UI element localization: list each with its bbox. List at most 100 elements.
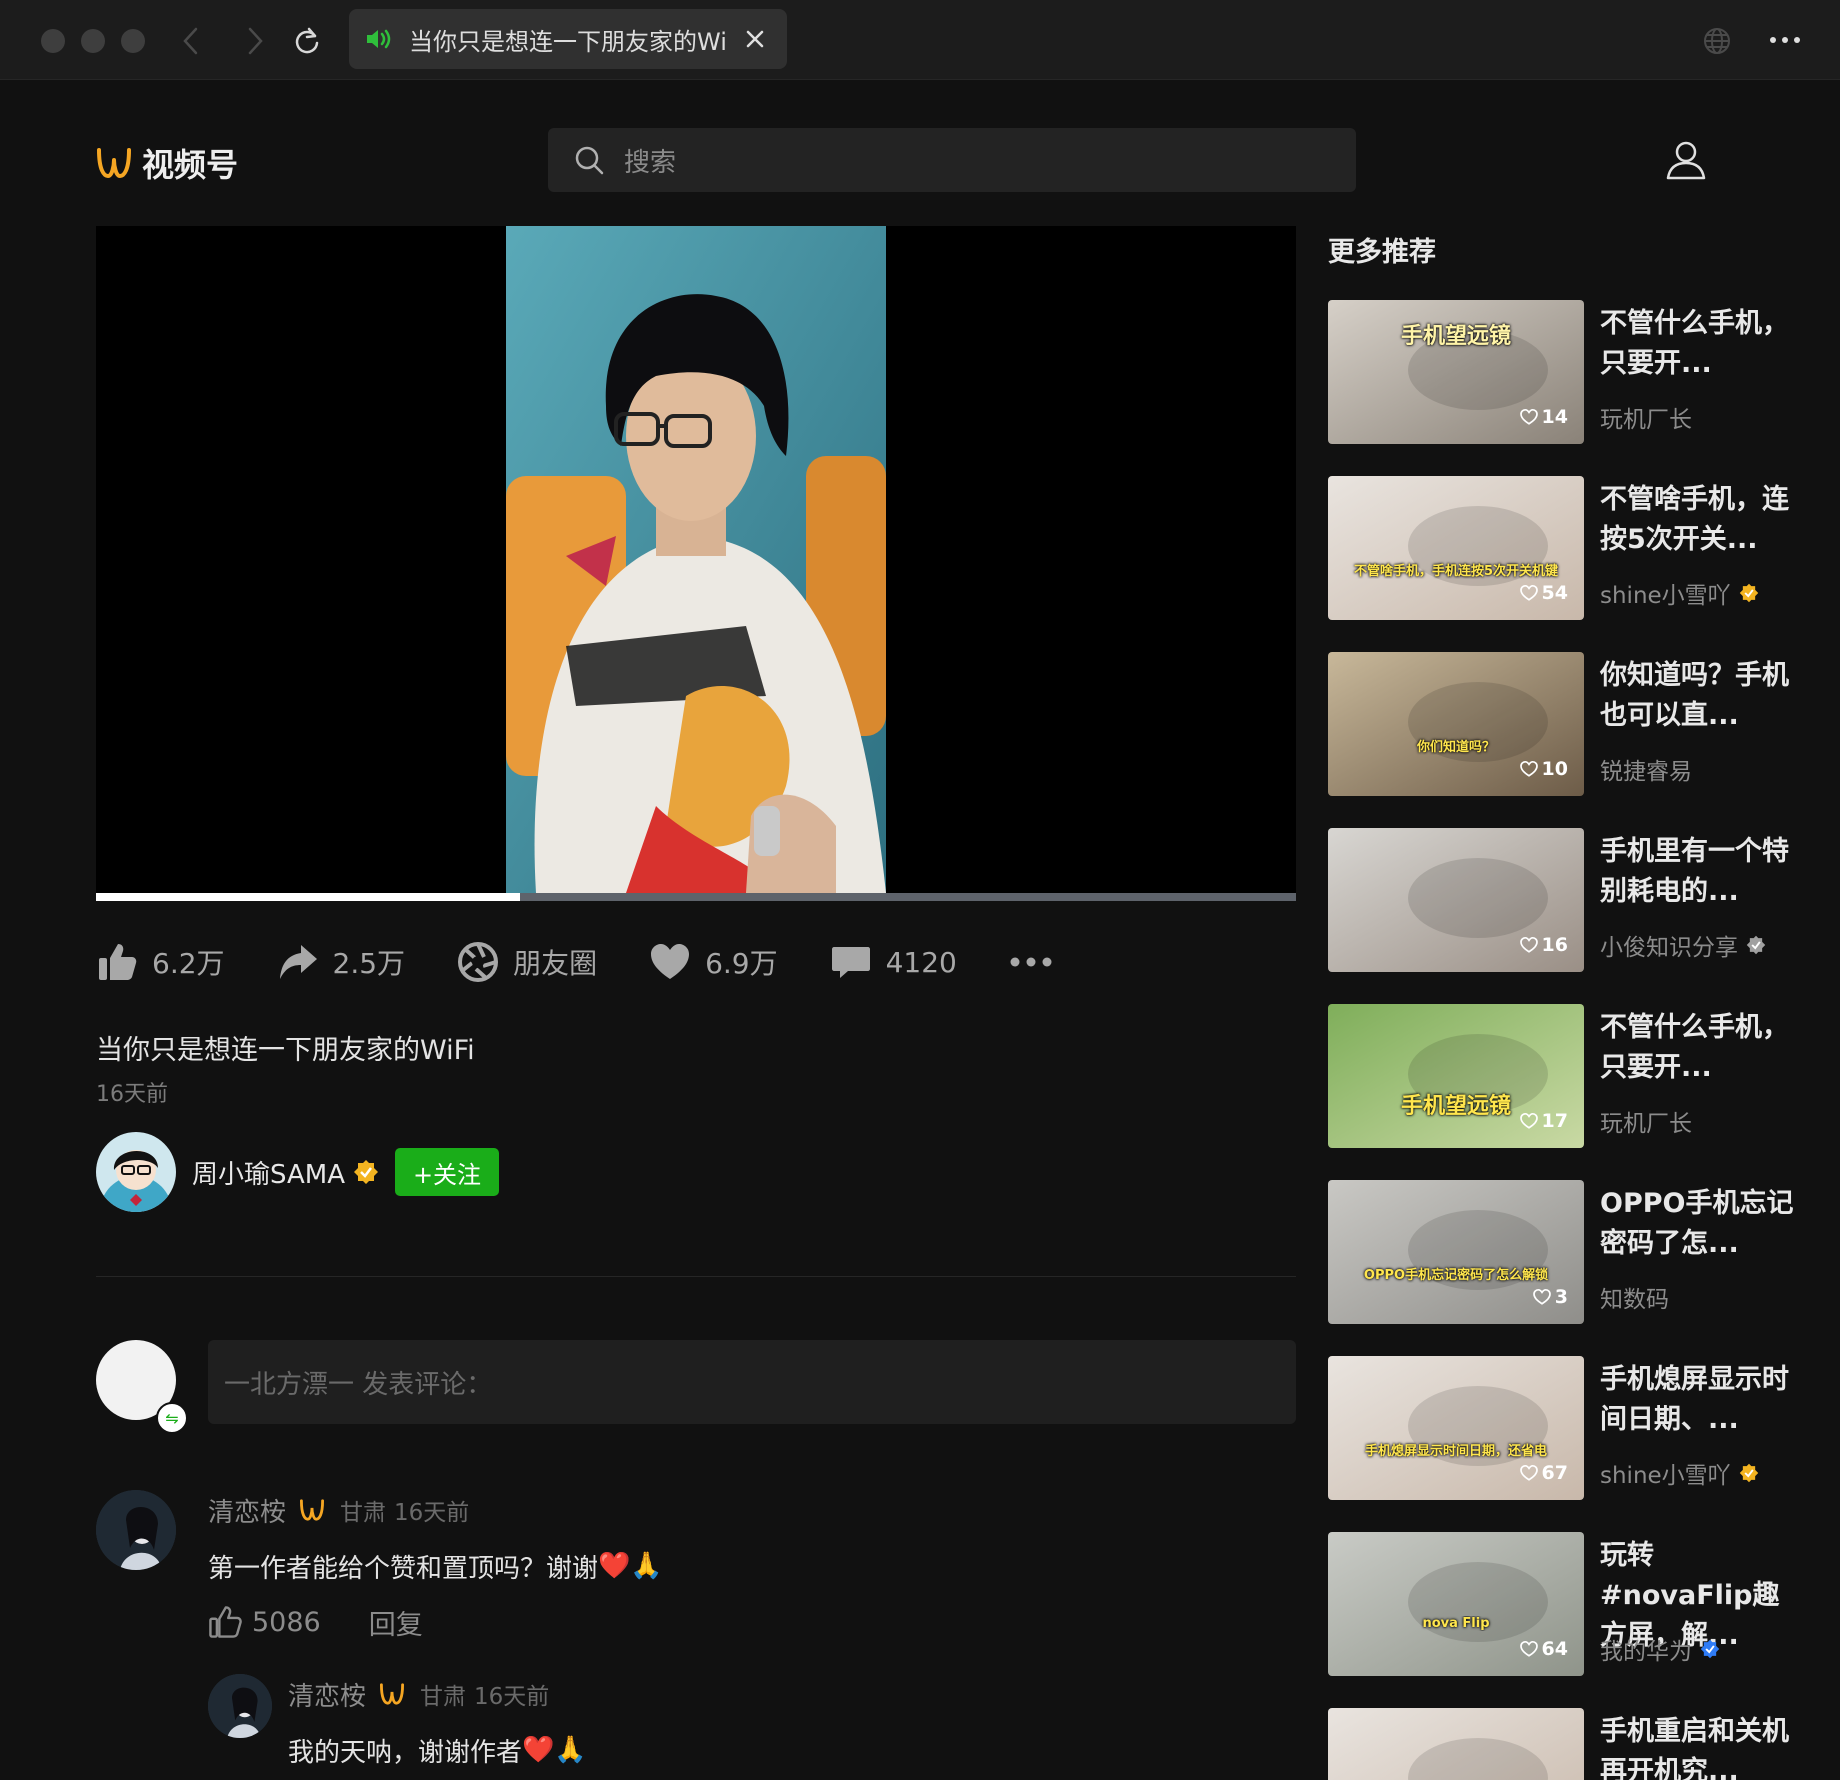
heart-outline-icon [1519,761,1538,777]
forward-button[interactable] [234,20,276,62]
recommendation-thumbnail[interactable]: 你们知道吗？ 10 [1328,652,1584,796]
recommendation-thumbnail[interactable] [1328,1708,1584,1780]
active-tab[interactable]: 当你只是想连一下朋友家的WiF [349,9,787,69]
comment-location: 甘肃 [340,1500,387,1526]
recommendation-item[interactable]: 16 手机里有一个特别耗电的... 小俊知识分享 [1328,828,1808,972]
author-name: shine小雪吖 [1600,1463,1731,1489]
switch-account-icon[interactable]: ⇋ [156,1402,188,1434]
like-count: 14 [1541,406,1568,428]
recommendation-thumbnail[interactable]: 手机熄屏显示时间日期，还省电 67 [1328,1356,1584,1500]
tab-title: 当你只是想连一下朋友家的WiF [409,27,729,56]
thumbnail-like-count: 64 [1519,1638,1568,1660]
channels-logo-icon [97,148,131,178]
recommendation-title[interactable]: 手机里有一个特别耗电的... [1600,832,1800,912]
author-name[interactable]: 周小瑜SAMA [192,1154,345,1191]
close-window-button[interactable] [41,29,65,53]
app-logo[interactable]: 视频号 [96,140,238,186]
thumbnail-image [1328,1708,1584,1780]
reply-author-name[interactable]: 清恋桉 [288,1676,366,1713]
recommendation-thumbnail[interactable]: 16 [1328,828,1584,972]
favorite-button[interactable]: 6.9万 [649,941,778,983]
language-button[interactable] [1702,26,1732,60]
search-bar[interactable]: 搜索 [548,128,1356,192]
recommendation-title[interactable]: 你知道吗？手机也可以直... [1600,656,1800,736]
moments-button[interactable]: 朋友圈 [457,941,597,983]
author-avatar-image [96,1132,176,1212]
thumbnail-like-count: 54 [1519,582,1568,604]
comment-input[interactable]: 一北方漂一 发表评论： [208,1340,1296,1424]
thumbs-up-outline-icon[interactable] [208,1605,242,1639]
comment-like-count: 5086 [252,1606,321,1638]
recommendation-author[interactable]: 我的华为 [1600,1632,1720,1666]
thumbs-up-icon [99,944,137,980]
tab-close-button[interactable] [739,23,771,55]
follow-button[interactable]: +关注 [395,1148,499,1196]
like-button[interactable]: 6.2万 [96,941,225,983]
user-profile-button[interactable] [1664,138,1712,186]
heart-outline-icon [1519,409,1538,425]
recommendation-item[interactable]: 不管啥手机，手机连按5次开关机键 54 不管啥手机，连按5次开关... shine小雪… [1328,476,1808,620]
recommendation-title[interactable]: 不管什么手机，只要开... [1600,304,1800,384]
verified-gray-badge-icon [1746,935,1766,955]
comment-emoji: ❤️🙏 [598,1551,663,1581]
thumbnail-like-count: 14 [1519,406,1568,428]
verified-gold-badge-icon [354,1160,378,1184]
reply-text: 我的天呐，谢谢作者 ❤️🙏 [288,1730,587,1770]
recommendation-item[interactable]: 手机望远镜 17 不管什么手机，只要开... 玩机厂长 [1328,1004,1808,1148]
recommendation-author[interactable]: 知数码 [1600,1280,1669,1314]
reply-button[interactable]: 回复 [369,1603,423,1642]
author-name: shine小雪吖 [1600,583,1731,609]
author-avatar[interactable] [96,1132,176,1212]
recommendation-item[interactable]: 手机重启和关机再开机究... [1328,1708,1808,1780]
heart-outline-icon [1532,1289,1551,1305]
recommendation-title[interactable]: 手机熄屏显示时间日期、... [1600,1360,1800,1440]
recommendation-title[interactable]: 不管啥手机，连按5次开关... [1600,480,1800,560]
video-progress-bar[interactable] [96,893,1296,901]
more-horizontal-icon [1770,37,1800,43]
video-progress-fill [96,893,520,901]
heart-outline-icon [1519,937,1538,953]
verified-blue-badge-icon [1700,1639,1720,1659]
verified-gold-badge-icon [1739,1463,1758,1483]
recommendation-thumbnail[interactable]: nova Flip 64 [1328,1532,1584,1676]
video-player[interactable] [96,226,1296,893]
recommendation-title[interactable]: OPPO手机忘记密码了怎... [1600,1184,1800,1264]
recommendation-author[interactable]: 玩机厂长 [1600,1104,1692,1138]
thumbnail-overlay-text: 手机望远镜 [1400,324,1511,349]
comments-button[interactable]: 4120 [830,941,957,983]
more-actions-button[interactable] [1009,955,1053,969]
user-icon [1666,141,1706,180]
recommendation-item[interactable]: nova Flip 64 玩转#novaFlip趣方屏，解... 我的华为 [1328,1532,1808,1676]
recommendation-thumbnail[interactable]: 手机望远镜 17 [1328,1004,1584,1148]
zoom-window-button[interactable] [121,29,145,53]
recommendation-title[interactable]: 手机重启和关机再开机究... [1600,1712,1800,1780]
recommendation-thumbnail[interactable]: OPPO手机忘记密码了怎么解锁 3 [1328,1180,1584,1324]
commenter-avatar[interactable] [96,1490,176,1570]
recommendation-title[interactable]: 不管什么手机，只要开... [1600,1008,1800,1088]
more-menu-button[interactable] [1768,30,1802,54]
commenter-name[interactable]: 清恋桉 [208,1492,286,1529]
recommendation-author[interactable]: shine小雪吖 [1600,1456,1759,1490]
recommendation-author[interactable]: 小俊知识分享 [1600,928,1766,962]
recommendation-item[interactable]: 手机熄屏显示时间日期，还省电 67 手机熄屏显示时间日期、... shine小雪吖 [1328,1356,1808,1500]
recommendation-thumbnail[interactable]: 手机望远镜 14 [1328,300,1584,444]
reply-avatar[interactable] [208,1674,272,1738]
recommendation-author[interactable]: 锐捷睿易 [1600,752,1692,786]
video-frame[interactable] [506,226,886,893]
recommendation-thumbnail[interactable]: 不管啥手机，手机连按5次开关机键 54 [1328,476,1584,620]
recommendation-item[interactable]: OPPO手机忘记密码了怎么解锁 3 OPPO手机忘记密码了怎... 知数码 [1328,1180,1808,1324]
share-count: 2.5万 [332,947,406,980]
thumbnail-overlay-text: nova Flip [1422,1616,1490,1631]
recommendation-item[interactable]: 你们知道吗？ 10 你知道吗？手机也可以直... 锐捷睿易 [1328,652,1808,796]
heart-outline-icon [1519,1465,1538,1481]
share-button[interactable]: 2.5万 [277,941,406,983]
recommendation-item[interactable]: 手机望远镜 14 不管什么手机，只要开... 玩机厂长 [1328,300,1808,444]
recommendation-author[interactable]: 玩机厂长 [1600,400,1692,434]
verified-gold-badge-icon [1739,583,1758,603]
reload-button[interactable] [286,20,328,62]
thumbnail-like-count: 3 [1532,1286,1568,1308]
recommendation-author[interactable]: shine小雪吖 [1600,576,1759,610]
thumbnail-overlay-text: 手机熄屏显示时间日期，还省电 [1364,1444,1547,1459]
minimize-window-button[interactable] [81,29,105,53]
back-button[interactable] [170,20,212,62]
